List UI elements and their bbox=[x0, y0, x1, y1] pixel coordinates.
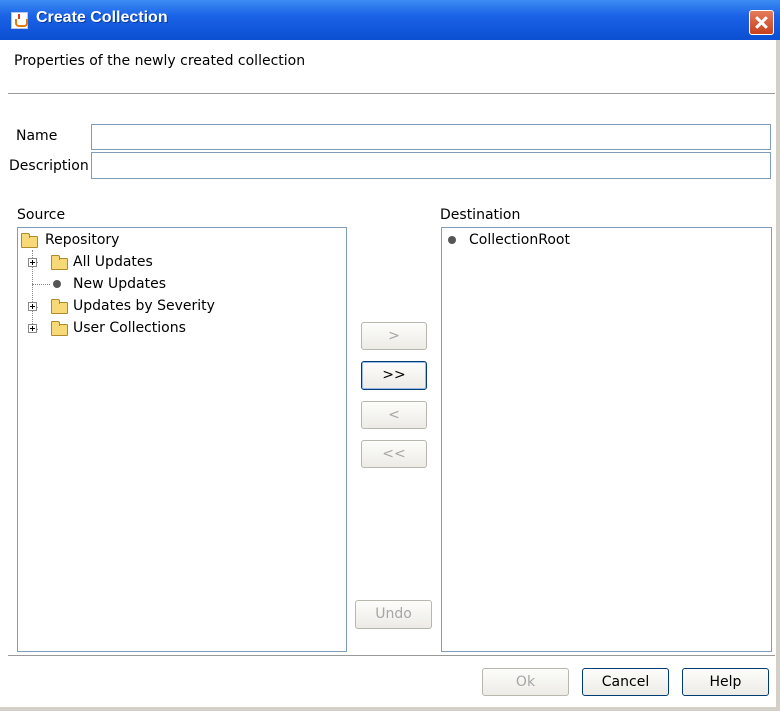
tree-node-repository[interactable]: Repository bbox=[18, 230, 338, 250]
destination-label: Destination bbox=[440, 207, 521, 223]
folder-icon bbox=[51, 299, 68, 314]
window-border bbox=[776, 40, 780, 711]
destination-tree[interactable]: CollectionRoot bbox=[441, 227, 772, 652]
folder-icon bbox=[51, 255, 68, 270]
add-all-button[interactable]: >> bbox=[361, 361, 427, 390]
name-label: Name bbox=[16, 128, 58, 144]
leaf-node-icon bbox=[53, 280, 61, 288]
tree-node-label: All Updates bbox=[73, 254, 153, 270]
folder-open-icon bbox=[21, 233, 38, 248]
folder-icon bbox=[51, 321, 68, 336]
tree-node-label: Repository bbox=[45, 232, 120, 248]
tree-node-collectionroot[interactable]: CollectionRoot bbox=[442, 230, 762, 250]
tree-node-label: Updates by Severity bbox=[73, 298, 215, 314]
expand-icon[interactable] bbox=[28, 302, 37, 311]
remove-button[interactable]: < bbox=[361, 401, 427, 429]
description-field[interactable] bbox=[91, 152, 771, 179]
expand-icon[interactable] bbox=[28, 258, 37, 267]
cancel-button[interactable]: Cancel bbox=[582, 668, 669, 696]
tree-node-all-updates[interactable]: All Updates bbox=[18, 252, 338, 272]
window-border bbox=[0, 707, 780, 711]
tree-node-label: User Collections bbox=[73, 320, 186, 336]
expand-icon[interactable] bbox=[28, 324, 37, 333]
title-bar: Create Collection bbox=[0, 0, 780, 40]
description-label: Description bbox=[9, 158, 89, 174]
tree-node-label: New Updates bbox=[73, 276, 166, 292]
remove-all-button[interactable]: << bbox=[361, 440, 427, 468]
window-title: Create Collection bbox=[36, 9, 168, 26]
help-button[interactable]: Help bbox=[682, 668, 769, 696]
name-field[interactable] bbox=[91, 124, 771, 150]
ok-button[interactable]: Ok bbox=[482, 668, 569, 696]
leaf-node-icon bbox=[448, 236, 456, 244]
header-description: Properties of the newly created collecti… bbox=[14, 53, 306, 69]
add-button[interactable]: > bbox=[361, 322, 427, 350]
tree-node-user-collections[interactable]: User Collections bbox=[18, 318, 338, 338]
java-icon bbox=[11, 12, 28, 29]
footer-divider bbox=[8, 655, 775, 656]
tree-node-new-updates[interactable]: New Updates bbox=[18, 274, 338, 294]
undo-button[interactable]: Undo bbox=[355, 600, 432, 629]
header-divider bbox=[8, 93, 775, 94]
close-button[interactable] bbox=[749, 10, 774, 35]
tree-node-label: CollectionRoot bbox=[469, 232, 570, 248]
tree-node-updates-by-severity[interactable]: Updates by Severity bbox=[18, 296, 338, 316]
source-label: Source bbox=[17, 207, 66, 223]
source-tree[interactable]: Repository All Updates New Updates Updat… bbox=[17, 227, 347, 652]
